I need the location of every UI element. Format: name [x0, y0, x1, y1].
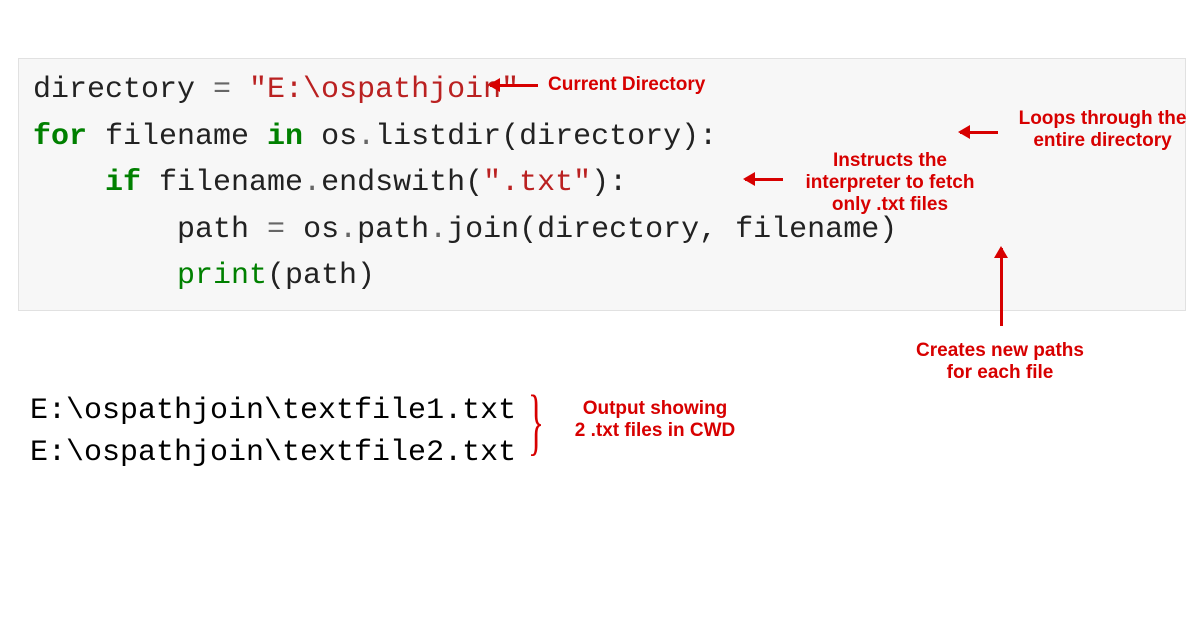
annotation-loops: Loops through theentire directory: [1005, 108, 1200, 152]
token-var: directory: [33, 73, 213, 107]
token-txt: filename: [87, 120, 267, 154]
token-txt: (path): [267, 259, 375, 293]
token-txt: endswith(: [321, 166, 483, 200]
token-txt: os: [303, 120, 357, 154]
token-op: .: [357, 120, 375, 154]
token-string: "E:\ospathjoin": [231, 73, 519, 107]
token-indent: [33, 166, 105, 200]
token-indent: [33, 213, 177, 247]
annotation-current-directory: Current Directory: [548, 74, 705, 96]
annotation-creates-paths: Creates new pathsfor each file: [895, 340, 1105, 384]
annotation-instructs: Instructs theinterpreter to fetchonly .t…: [790, 150, 990, 216]
output-line-2: E:\ospathjoin\textfile2.txt: [30, 436, 516, 470]
token-builtin: print: [177, 259, 267, 293]
token-op: .: [339, 213, 357, 247]
token-op: =: [267, 213, 285, 247]
token-txt: filename: [141, 166, 303, 200]
arrow-icon: [960, 131, 998, 134]
token-txt: join(directory, filename): [447, 213, 897, 247]
code-line-3: if filename.endswith(".txt"):: [33, 166, 627, 200]
arrow-icon: [1000, 248, 1003, 326]
token-txt: path: [177, 213, 267, 247]
brace-icon: }: [528, 385, 544, 459]
code-block: directory = "E:\ospathjoin" for filename…: [18, 58, 1186, 311]
token-op: .: [429, 213, 447, 247]
output-line-1: E:\ospathjoin\textfile1.txt: [30, 394, 516, 428]
token-op: .: [303, 166, 321, 200]
code-line-4: path = os.path.join(directory, filename): [33, 213, 897, 247]
token-kw: if: [105, 166, 141, 200]
arrow-icon: [490, 84, 538, 87]
code-line-5: print(path): [33, 259, 375, 293]
code-line-2: for filename in os.listdir(directory):: [33, 120, 717, 154]
token-txt: ):: [591, 166, 627, 200]
token-kw: in: [267, 120, 303, 154]
token-string: ".txt": [483, 166, 591, 200]
token-txt: listdir(directory):: [375, 120, 717, 154]
code-line-1: directory = "E:\ospathjoin": [33, 73, 519, 107]
arrow-icon: [745, 178, 783, 181]
annotation-output: Output showing2 .txt files in CWD: [560, 398, 750, 442]
token-kw: for: [33, 120, 87, 154]
token-txt: path: [357, 213, 429, 247]
token-indent: [33, 259, 177, 293]
token-txt: os: [285, 213, 339, 247]
token-op: =: [213, 73, 231, 107]
output-block: E:\ospathjoin\textfile1.txt E:\ospathjoi…: [30, 390, 516, 474]
